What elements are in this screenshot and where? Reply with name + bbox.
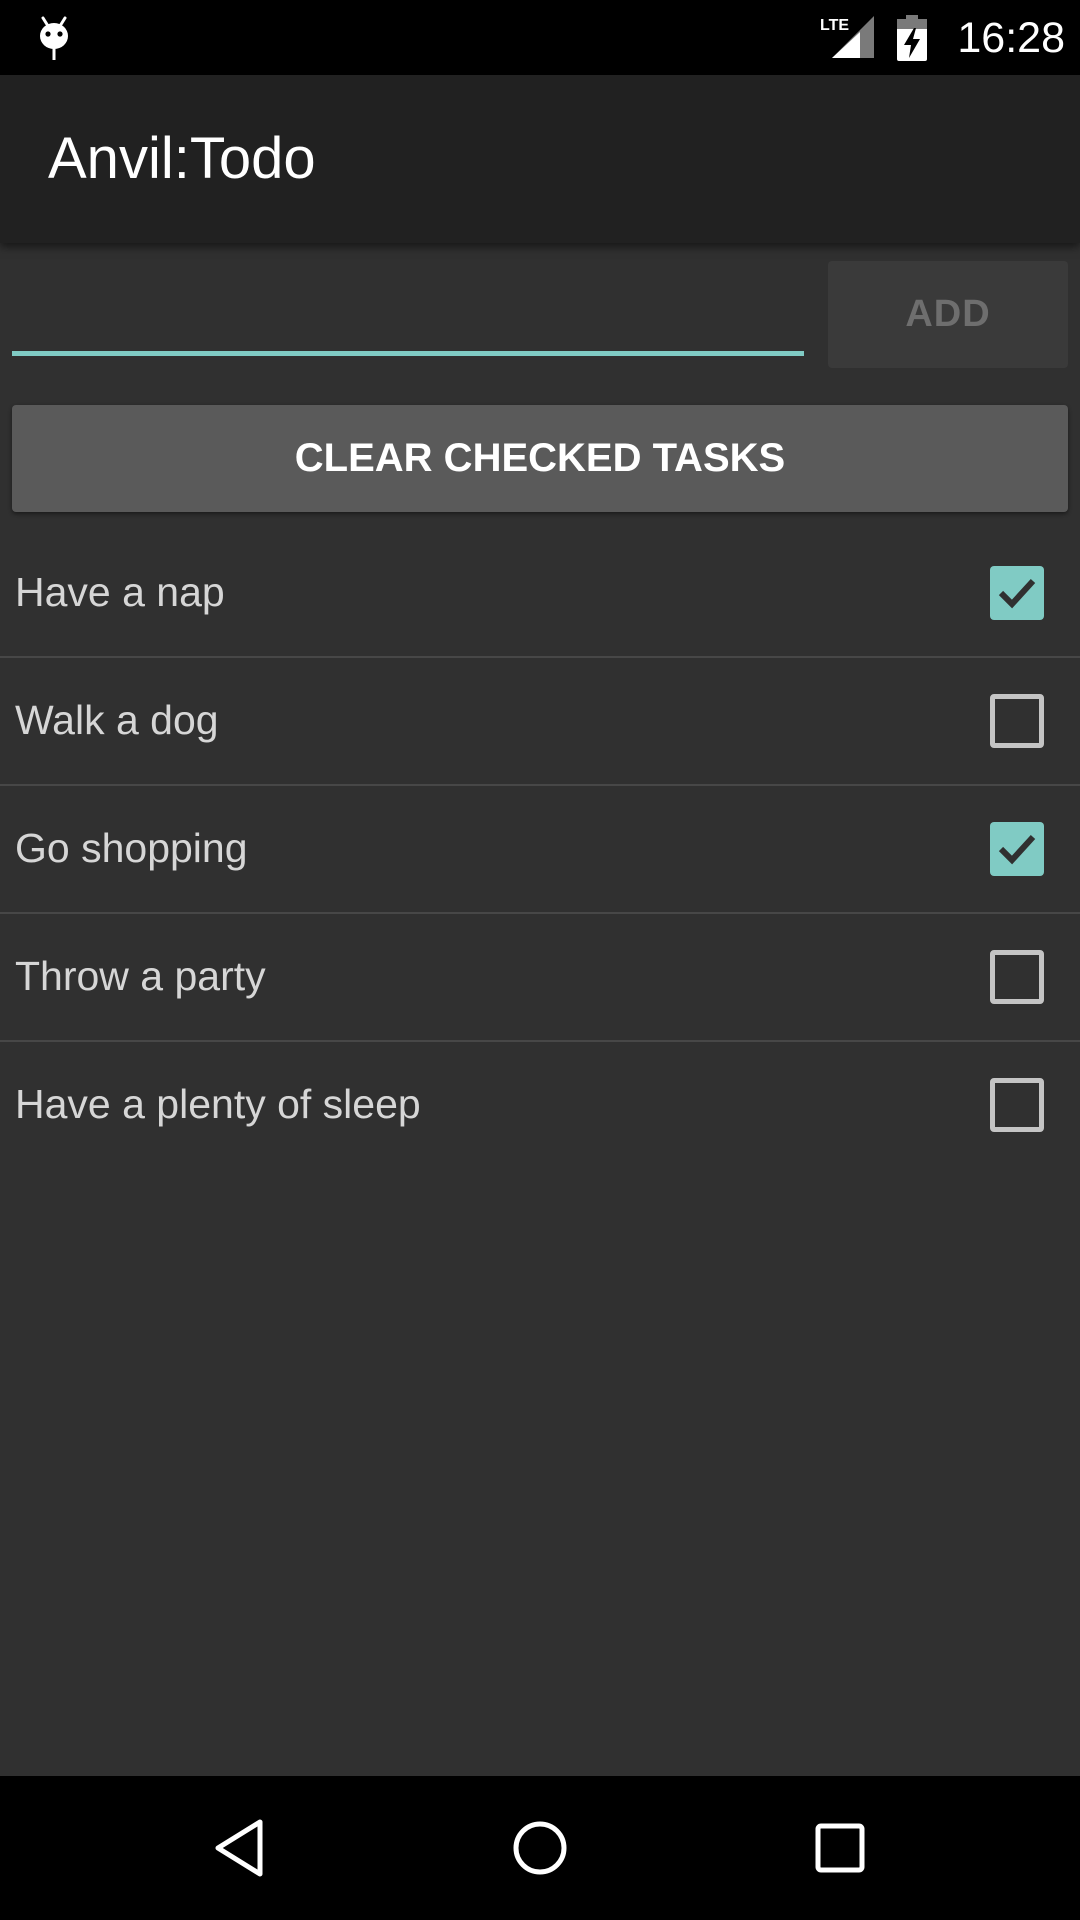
task-label: Walk a dog bbox=[15, 697, 219, 743]
task-label: Throw a party bbox=[15, 953, 266, 999]
task-label: Have a nap bbox=[15, 569, 225, 615]
task-checkbox[interactable] bbox=[990, 566, 1044, 620]
task-label: Have a plenty of sleep bbox=[15, 1081, 421, 1127]
task-label: Go shopping bbox=[15, 825, 248, 871]
recents-icon[interactable] bbox=[808, 1816, 872, 1880]
task-row: Have a nap bbox=[0, 530, 1080, 658]
checkmark-icon bbox=[998, 834, 1036, 865]
add-task-button[interactable]: ADD bbox=[828, 261, 1068, 368]
status-bar: LTE 16:28 bbox=[0, 0, 1080, 75]
task-checkbox[interactable] bbox=[990, 1078, 1044, 1132]
task-row: Walk a dog bbox=[0, 658, 1080, 786]
network-type-label: LTE bbox=[820, 17, 849, 34]
task-list: Have a nap Walk a dog Go shopping Throw … bbox=[0, 530, 1080, 1170]
task-checkbox[interactable] bbox=[990, 950, 1044, 1004]
clear-checked-tasks-button[interactable]: CLEAR CHECKED TASKS bbox=[12, 405, 1068, 512]
task-row: Have a plenty of sleep bbox=[0, 1042, 1080, 1170]
lte-signal-icon: LTE bbox=[818, 14, 876, 60]
navigation-bar bbox=[0, 1776, 1080, 1920]
app-screen: LTE 16:28 Anvil:Todo ADD CLEAR CHECKED T… bbox=[0, 0, 1080, 1920]
debug-icon bbox=[40, 16, 68, 60]
task-row: Throw a party bbox=[0, 914, 1080, 1042]
task-checkbox[interactable] bbox=[990, 822, 1044, 876]
task-checkbox[interactable] bbox=[990, 694, 1044, 748]
back-icon[interactable] bbox=[208, 1816, 272, 1880]
checkmark-icon bbox=[998, 578, 1036, 609]
app-title: Anvil:Todo bbox=[48, 126, 316, 191]
home-icon[interactable] bbox=[508, 1816, 572, 1880]
app-toolbar: Anvil:Todo bbox=[0, 75, 1080, 243]
task-row: Go shopping bbox=[0, 786, 1080, 914]
battery-charging-icon bbox=[897, 15, 927, 61]
status-clock: 16:28 bbox=[957, 14, 1065, 62]
new-task-input[interactable] bbox=[12, 262, 804, 356]
